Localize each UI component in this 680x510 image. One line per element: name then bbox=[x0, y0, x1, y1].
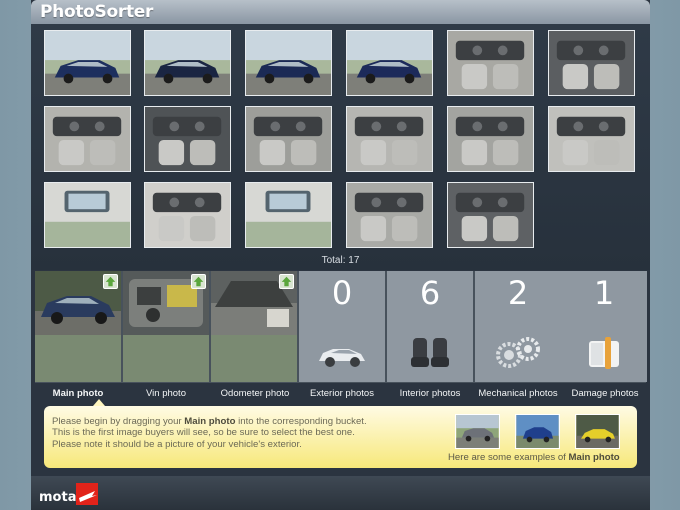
info-pointer bbox=[93, 399, 105, 406]
photo-gallery bbox=[31, 24, 650, 270]
bucket-odometer-photo[interactable] bbox=[211, 271, 297, 382]
gallery-thumbnail[interactable] bbox=[144, 30, 231, 96]
example-photo-1[interactable] bbox=[455, 414, 500, 449]
bucket-label[interactable]: Interior photos bbox=[380, 388, 480, 399]
example-photo-3[interactable] bbox=[575, 414, 620, 449]
gears-icon bbox=[493, 335, 543, 371]
gallery-thumbnail[interactable] bbox=[44, 30, 131, 96]
bucket-count: 6 bbox=[419, 274, 441, 312]
gallery-thumbnail[interactable] bbox=[245, 106, 332, 172]
bucket-label[interactable]: Main photo bbox=[28, 388, 128, 399]
gallery-thumbnail[interactable] bbox=[245, 182, 332, 248]
instructions-text: Please begin by dragging your Main photo… bbox=[52, 416, 367, 450]
mota-logo-icon bbox=[76, 483, 98, 505]
upload-arrow-icon[interactable] bbox=[103, 274, 118, 289]
gallery-thumbnail[interactable] bbox=[447, 106, 534, 172]
photo-total: Total: 17 bbox=[321, 255, 360, 266]
photosorter-window: PhotoSorter Total: 17 0 6 2 1 Main photo Vin… bbox=[31, 0, 650, 510]
car-icon bbox=[317, 335, 367, 371]
bucket-bar: 0 6 2 1 bbox=[35, 271, 647, 383]
gallery-thumbnail[interactable] bbox=[346, 182, 433, 248]
examples-caption: Here are some examples of Main photo bbox=[448, 452, 620, 463]
gallery-thumbnail[interactable] bbox=[548, 106, 635, 172]
bucket-count: 1 bbox=[593, 274, 615, 312]
gallery-thumbnail[interactable] bbox=[44, 106, 131, 172]
instruction-line-1: Please begin by dragging your Main photo… bbox=[52, 416, 367, 427]
bucket-label[interactable]: Mechanical photos bbox=[468, 388, 568, 399]
bucket-vin-photo[interactable] bbox=[123, 271, 209, 382]
upload-arrow-icon[interactable] bbox=[279, 274, 294, 289]
gallery-thumbnail[interactable] bbox=[346, 30, 433, 96]
gallery-thumbnail[interactable] bbox=[447, 30, 534, 96]
gallery-thumbnail[interactable] bbox=[144, 182, 231, 248]
bandage-icon bbox=[579, 335, 629, 371]
instructions-box: Please begin by dragging your Main photo… bbox=[44, 406, 637, 468]
gallery-thumbnail[interactable] bbox=[548, 30, 635, 96]
bucket-label[interactable]: Odometer photo bbox=[205, 388, 305, 399]
bucket-label[interactable]: Exterior photos bbox=[292, 388, 392, 399]
instruction-line-3: Please note it should be a picture of yo… bbox=[52, 438, 302, 450]
bucket-damage-photos[interactable]: 1 bbox=[561, 271, 647, 382]
gallery-thumbnail[interactable] bbox=[447, 182, 534, 248]
gallery-thumbnail[interactable] bbox=[346, 106, 433, 172]
instruction-line-2: This is the first image buyers will see,… bbox=[52, 427, 355, 439]
bucket-label[interactable]: Vin photo bbox=[116, 388, 216, 399]
gallery-thumbnail[interactable] bbox=[245, 30, 332, 96]
footer: mota bbox=[31, 476, 650, 510]
seat-icon bbox=[405, 335, 455, 371]
example-photo-2[interactable] bbox=[515, 414, 560, 449]
bucket-count: 0 bbox=[331, 274, 353, 312]
gallery-thumbnail[interactable] bbox=[44, 182, 131, 248]
bucket-mechanical-photos[interactable]: 2 bbox=[475, 271, 561, 382]
bucket-interior-photos[interactable]: 6 bbox=[387, 271, 473, 382]
bucket-label[interactable]: Damage photos bbox=[555, 388, 655, 399]
app-title: PhotoSorter bbox=[40, 2, 154, 22]
bucket-exterior-photos[interactable]: 0 bbox=[299, 271, 385, 382]
upload-arrow-icon[interactable] bbox=[191, 274, 206, 289]
gallery-thumbnail[interactable] bbox=[144, 106, 231, 172]
mota-logo-text: mota bbox=[39, 490, 77, 505]
bucket-main-photo[interactable] bbox=[35, 271, 121, 382]
title-bar: PhotoSorter bbox=[31, 0, 650, 24]
bucket-count: 2 bbox=[507, 274, 529, 312]
